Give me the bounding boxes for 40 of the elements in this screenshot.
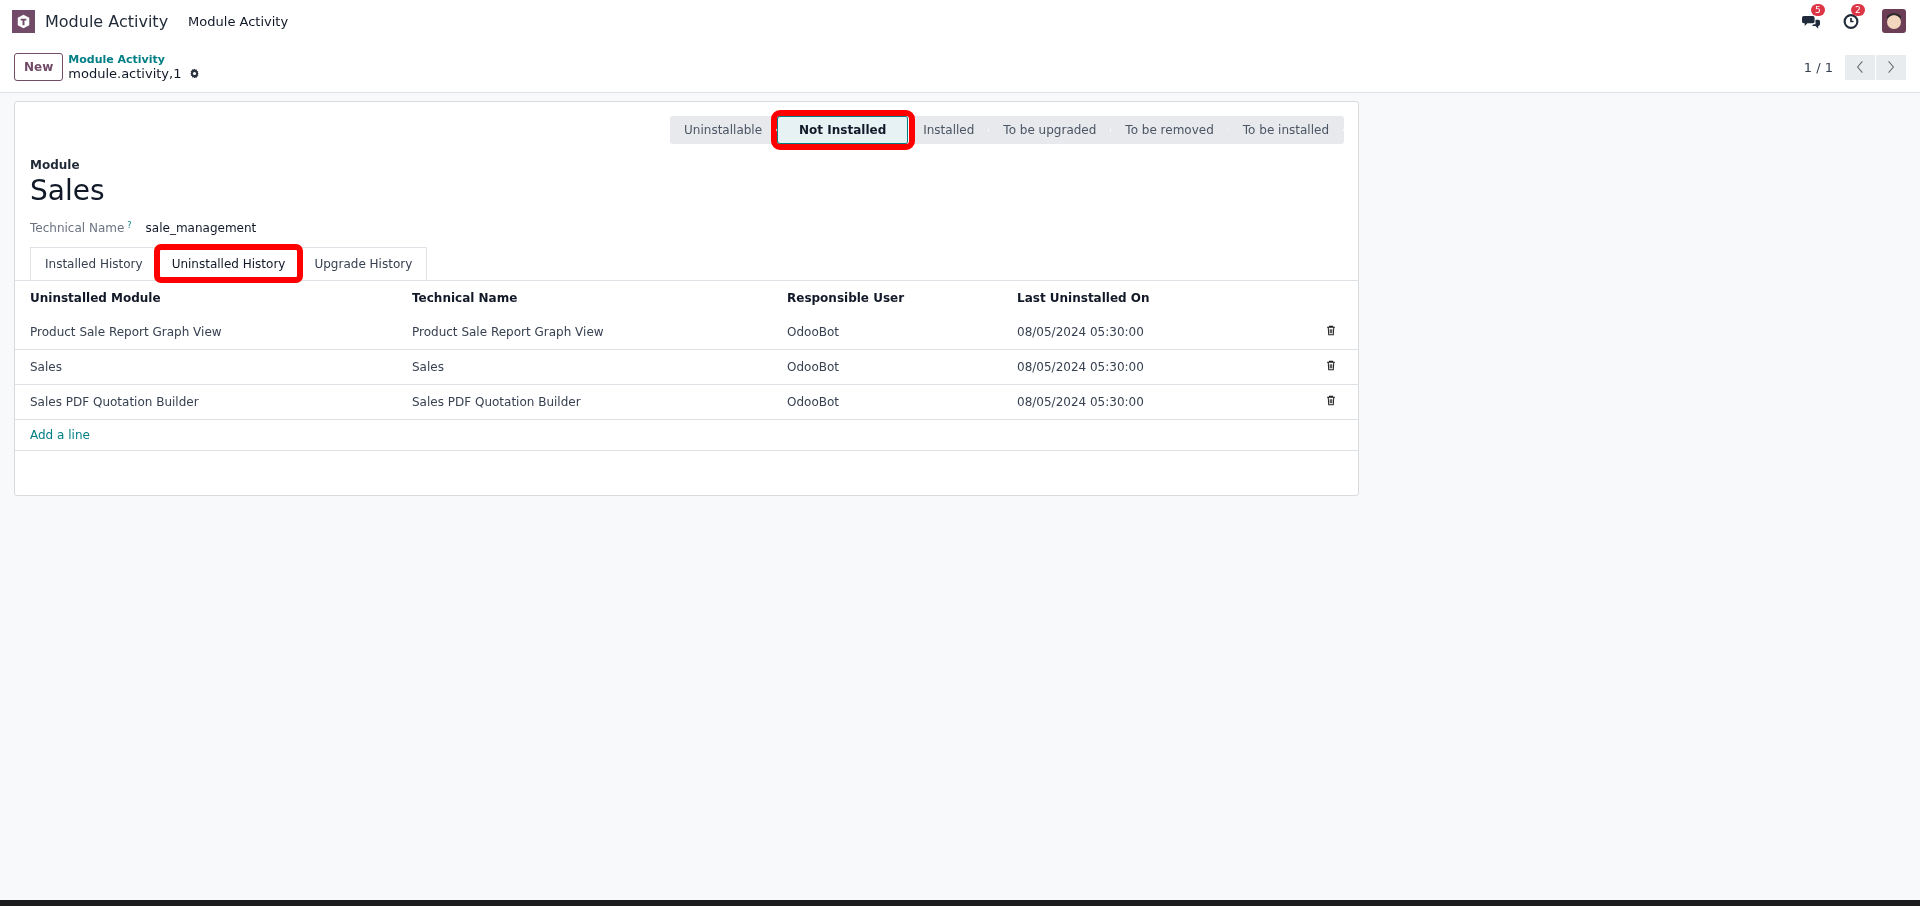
status-stage[interactable]: To be upgraded [989,116,1112,144]
table-cell: 08/05/2024 05:30:00 [1002,349,1304,385]
table-cell: Sales PDF Quotation Builder [397,384,772,420]
clock-icon[interactable] [1842,12,1860,30]
avatar-icon[interactable] [1882,9,1906,33]
breadcrumb-link[interactable]: Module Activity [68,53,201,66]
table-cell: OdooBot [772,384,1002,420]
module-title: Sales [30,174,106,207]
help-tooltip[interactable]: ? [127,221,132,230]
pager-value: 1 / 1 [1803,59,1833,75]
field-label: Technical Name [30,221,125,235]
delete-icon[interactable] [1326,395,1336,406]
table-cell: Sales [15,349,397,385]
chevron-left-icon [1856,60,1864,74]
table-cell: Product Sale Report Graph View [15,315,397,350]
app-logo-icon[interactable] [12,9,35,33]
status-stage[interactable]: To be installed [1228,116,1344,144]
table-cell: 08/05/2024 05:30:00 [1002,384,1304,420]
table-cell: OdooBot [772,349,1002,385]
new-button[interactable]: New [14,53,64,81]
notification-badge: 2 [1851,3,1865,16]
add-line-link[interactable]: Add a line [30,428,90,442]
table-cell: Sales PDF Quotation Builder [15,384,397,420]
delete-icon[interactable] [1326,325,1336,336]
notebook-tab[interactable]: Uninstalled History [156,247,301,280]
chevron-right-icon [1887,60,1895,74]
table-cell: Product Sale Report Graph View [397,315,772,350]
table-cell: 08/05/2024 05:30:00 [1002,315,1304,350]
status-stage[interactable]: To be removed [1111,116,1229,144]
field-value: sale_management [145,221,257,235]
delete-icon[interactable] [1326,360,1336,371]
notification-badge: 5 [1811,3,1825,16]
table-cell: Sales [397,349,772,385]
settings-icon[interactable] [189,68,201,79]
field-label: Module [30,158,81,172]
table-cell: OdooBot [772,315,1002,350]
menu-item[interactable]: Module Activity [188,13,289,29]
app-name[interactable]: Module Activity [45,11,169,31]
record-name: module.activity,1 [68,66,182,81]
status-stage[interactable]: Installed [909,116,990,144]
